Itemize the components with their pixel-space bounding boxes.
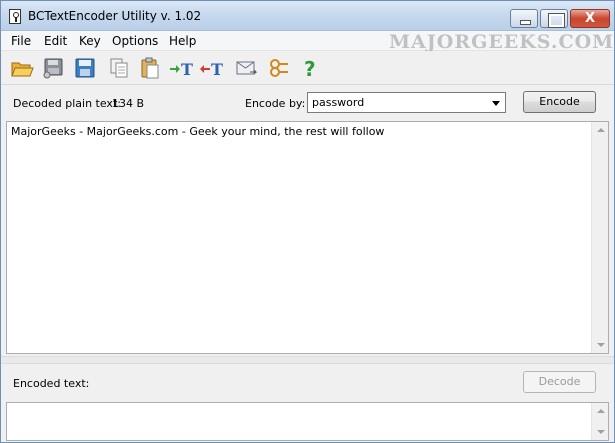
menu-key[interactable]: Key bbox=[79, 34, 101, 48]
app-lock-icon bbox=[9, 9, 21, 24]
encode-by-select[interactable]: password bbox=[307, 92, 506, 113]
chevron-down-icon bbox=[492, 101, 500, 106]
decode-text-icon[interactable]: T bbox=[199, 56, 223, 80]
menu-options[interactable]: Options bbox=[112, 34, 158, 48]
copy-icon[interactable] bbox=[107, 56, 131, 80]
encode-text-icon[interactable]: T bbox=[169, 56, 193, 80]
minimize-button[interactable] bbox=[510, 9, 538, 28]
menu-edit[interactable]: Edit bbox=[44, 34, 67, 48]
encode-button[interactable]: Encode bbox=[523, 91, 596, 113]
svg-text:T: T bbox=[211, 60, 223, 79]
close-icon: X bbox=[584, 11, 596, 26]
open-disk-icon[interactable] bbox=[41, 56, 65, 80]
window-title: BCTextEncoder Utility v. 1.02 bbox=[28, 9, 202, 23]
encode-by-label: Encode by: bbox=[245, 97, 306, 110]
decode-button[interactable]: Decode bbox=[523, 371, 596, 393]
decoded-label: Decoded plain text: bbox=[13, 97, 121, 110]
watermark: MAJORGEEKS.COM bbox=[389, 31, 615, 53]
scroll-down-icon[interactable] bbox=[597, 343, 605, 347]
help-icon[interactable]: ? bbox=[298, 56, 322, 80]
app-window: BCTextEncoder Utility v. 1.02 X File Edi… bbox=[0, 0, 615, 443]
encode-by-value: password bbox=[312, 96, 365, 109]
title-bar[interactable]: BCTextEncoder Utility v. 1.02 X bbox=[1, 1, 614, 31]
svg-text:?: ? bbox=[304, 57, 316, 80]
key-icon[interactable] bbox=[267, 56, 291, 80]
open-folder-icon[interactable] bbox=[10, 56, 34, 80]
scroll-up-icon[interactable] bbox=[597, 409, 605, 413]
svg-text:T: T bbox=[181, 60, 193, 79]
decoded-size: 134 B bbox=[112, 97, 145, 110]
scroll-down-icon[interactable] bbox=[597, 430, 605, 434]
save-icon[interactable] bbox=[73, 56, 97, 80]
pane-splitter[interactable] bbox=[1, 356, 614, 364]
toolbar: T T ? bbox=[1, 51, 614, 85]
menu-help[interactable]: Help bbox=[169, 34, 196, 48]
decoded-text: MajorGeeks - MajorGeeks.com - Geek your … bbox=[11, 125, 385, 138]
close-button[interactable]: X bbox=[570, 9, 610, 28]
email-icon[interactable] bbox=[235, 56, 259, 80]
maximize-button[interactable] bbox=[540, 9, 568, 28]
scroll-up-icon[interactable] bbox=[597, 128, 605, 132]
menu-file[interactable]: File bbox=[11, 34, 31, 48]
paste-icon[interactable] bbox=[138, 56, 162, 80]
encoded-scrollbar[interactable] bbox=[591, 403, 608, 440]
encoded-label: Encoded text: bbox=[13, 377, 90, 390]
decoded-scrollbar[interactable] bbox=[591, 122, 608, 353]
encoded-text-area[interactable] bbox=[6, 402, 609, 441]
decoded-text-area[interactable]: MajorGeeks - MajorGeeks.com - Geek your … bbox=[6, 121, 609, 354]
